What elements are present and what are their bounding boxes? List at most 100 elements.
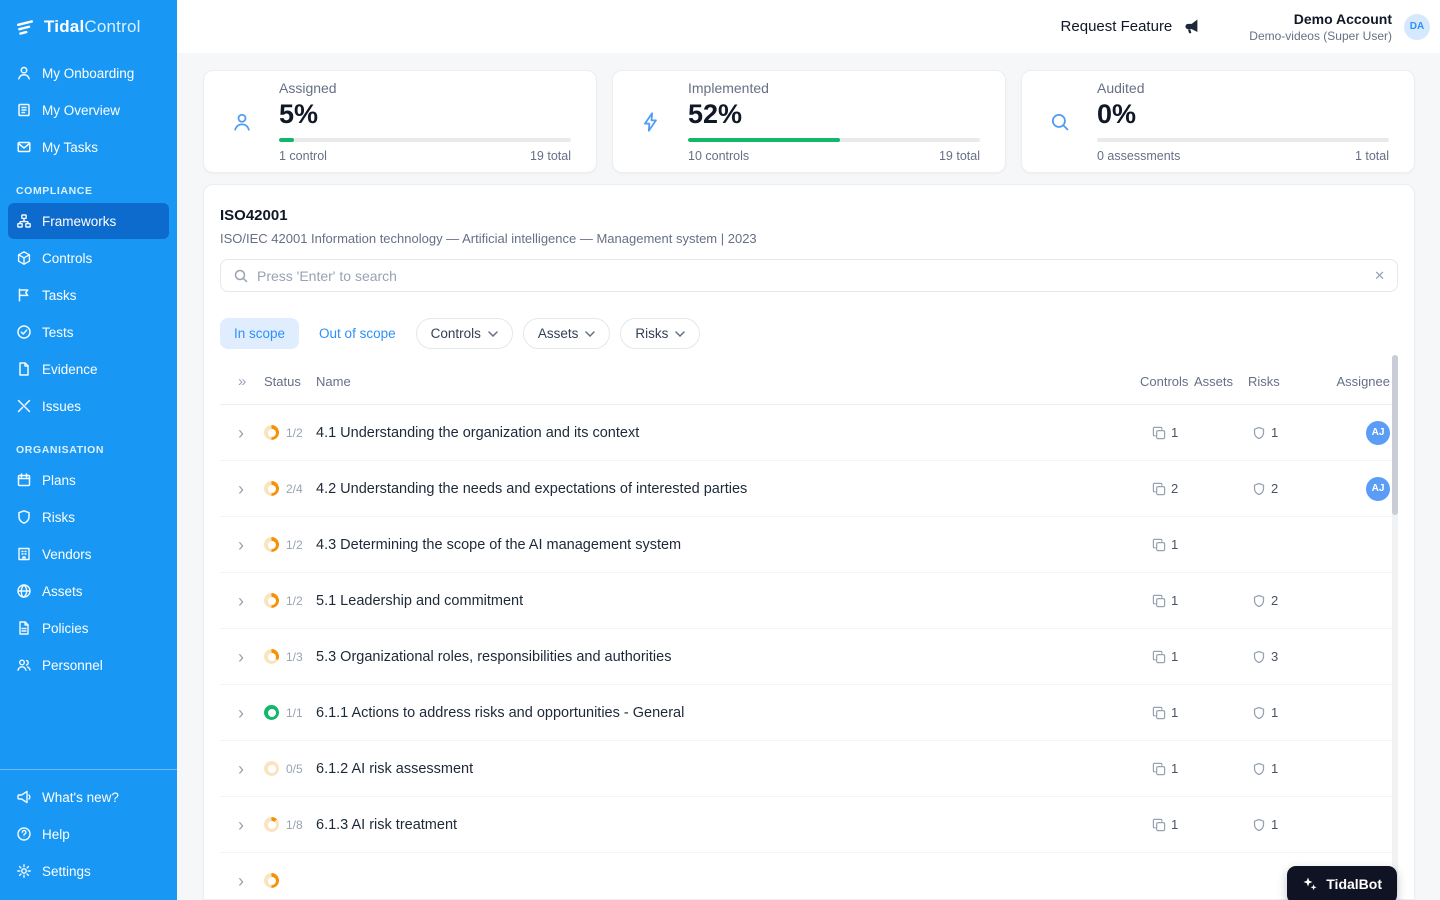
row-name[interactable]: 6.1.2 AI risk assessment — [316, 761, 1130, 777]
person-icon — [231, 111, 253, 133]
table-scrollbar-thumb[interactable] — [1392, 355, 1398, 515]
filter-out-of-scope[interactable]: Out of scope — [309, 318, 406, 349]
status-donut-icon — [264, 873, 279, 888]
stat-title: Assigned — [279, 80, 337, 96]
account-menu[interactable]: Demo Account Demo-videos (Super User) DA — [1249, 11, 1430, 43]
table-row[interactable]: › 1/2 4.3 Determining the scope of the A… — [220, 517, 1398, 573]
table-row[interactable]: › 1/2 5.1 Leadership and commitment 1 2 — [220, 573, 1398, 629]
row-name[interactable]: 4.2 Understanding the needs and expectat… — [316, 481, 1130, 497]
row-expand-chevron[interactable]: › — [220, 816, 264, 834]
header-name: Name — [316, 374, 351, 389]
sidebar-nav: My Onboarding My Overview My Tasks COMPL… — [0, 54, 177, 684]
sidebar-item-vendors[interactable]: Vendors — [8, 536, 169, 572]
search-clear-icon[interactable]: ✕ — [1374, 269, 1385, 282]
chevron-down-icon — [488, 330, 498, 337]
app-logo[interactable]: TidalControl — [0, 0, 177, 54]
stat-title: Implemented — [688, 80, 769, 96]
table-row[interactable]: › 1/8 6.1.3 AI risk treatment 1 1 — [220, 797, 1398, 853]
row-expand-chevron[interactable]: › — [220, 480, 264, 498]
sidebar-section-compliance: COMPLIANCE — [16, 185, 93, 197]
request-feature-button[interactable]: Request Feature — [1061, 17, 1202, 36]
row-status: 1/2 — [264, 593, 316, 608]
row-status: 1/8 — [264, 817, 316, 832]
filter-in-scope[interactable]: In scope — [220, 318, 300, 349]
logo-text: TidalControl — [44, 17, 141, 36]
row-controls-count: 1 — [1130, 705, 1186, 720]
framework-subtitle: ISO/IEC 42001 Information technology — A… — [220, 231, 757, 246]
filter-risks-dropdown[interactable]: Risks — [620, 318, 701, 349]
row-risks-count: 2 — [1242, 481, 1302, 496]
sidebar-item-assets[interactable]: Assets — [8, 573, 169, 609]
row-expand-chevron[interactable]: › — [220, 872, 264, 890]
controls-copy-icon — [1152, 482, 1166, 495]
table-body: › 1/2 4.1 Understanding the organization… — [220, 405, 1398, 899]
status-donut-icon — [264, 761, 279, 776]
sidebar-item-tasks[interactable]: Tasks — [8, 277, 169, 313]
row-name[interactable]: 6.1.3 AI risk treatment — [316, 817, 1130, 833]
sidebar-item-label: Settings — [42, 863, 91, 879]
sidebar-item-label: Risks — [42, 509, 75, 525]
sidebar-item-evidence[interactable]: Evidence — [8, 351, 169, 387]
sidebar-item-personnel[interactable]: Personnel — [8, 647, 169, 683]
row-name[interactable]: 5.3 Organizational roles, responsibiliti… — [316, 649, 1130, 665]
table-row[interactable]: › 1/1 6.1.1 Actions to address risks and… — [220, 685, 1398, 741]
search-input[interactable] — [257, 267, 1367, 284]
filter-controls-dropdown[interactable]: Controls — [415, 318, 513, 349]
sidebar-item-tests[interactable]: Tests — [8, 314, 169, 350]
account-name: Demo Account — [1293, 10, 1392, 27]
sidebar-item-label: Controls — [42, 250, 93, 266]
stat-card-implemented: Implemented 52% 10 controls 19 total — [612, 70, 1006, 173]
sidebar-item-help[interactable]: Help — [8, 816, 169, 852]
stat-total: 19 total — [938, 149, 980, 163]
row-name[interactable]: 4.1 Understanding the organization and i… — [316, 425, 1130, 441]
assignee-avatar[interactable]: AJ — [1366, 476, 1390, 501]
help-icon — [17, 827, 31, 841]
table-row[interactable]: › 0/5 6.1.2 AI risk assessment 1 1 — [220, 741, 1398, 797]
status-fraction: 1/2 — [286, 537, 303, 552]
row-expand-chevron[interactable]: › — [220, 536, 264, 554]
sidebar-item-frameworks[interactable]: Frameworks — [8, 203, 169, 239]
row-expand-chevron[interactable]: › — [220, 648, 264, 666]
document-icon — [19, 621, 29, 635]
sidebar-item-my-overview[interactable]: My Overview — [8, 92, 169, 128]
cube-icon — [17, 251, 31, 265]
sidebar-item-label: My Onboarding — [42, 65, 135, 81]
controls-copy-icon — [1152, 762, 1166, 775]
table-row[interactable]: › 1/3 5.3 Organizational roles, responsi… — [220, 629, 1398, 685]
sidebar-item-my-onboarding[interactable]: My Onboarding — [8, 55, 169, 91]
row-name[interactable]: 4.3 Determining the scope of the AI mana… — [316, 537, 1130, 553]
chevron-down-icon — [585, 330, 596, 337]
row-expand-chevron[interactable]: › — [220, 760, 264, 778]
table-row[interactable]: › 2/4 4.2 Understanding the needs and ex… — [220, 461, 1398, 517]
tidalbot-button[interactable]: TidalBot — [1287, 866, 1397, 900]
progress-track — [688, 138, 980, 142]
megaphone-icon — [1185, 19, 1198, 34]
controls-copy-icon — [1152, 538, 1166, 551]
row-controls-count: 1 — [1130, 649, 1186, 664]
table-row[interactable]: › 1/2 4.1 Understanding the organization… — [220, 405, 1398, 461]
row-expand-chevron[interactable]: › — [220, 592, 264, 610]
row-name[interactable]: 6.1.1 Actions to address risks and oppor… — [316, 705, 1130, 721]
row-name[interactable]: 5.1 Leadership and commitment — [316, 593, 1130, 609]
row-status: 0/5 — [264, 761, 316, 776]
row-expand-chevron[interactable]: › — [220, 424, 264, 442]
sidebar-item-controls[interactable]: Controls — [8, 240, 169, 276]
sidebar-item-plans[interactable]: Plans — [8, 462, 169, 498]
sidebar-item-issues[interactable]: Issues — [8, 388, 169, 424]
tools-icon — [17, 399, 31, 413]
table-row-partial[interactable]: › — [220, 853, 1398, 899]
sidebar-item-whats-new[interactable]: What's new? — [8, 779, 169, 815]
sidebar-item-label: What's new? — [42, 789, 119, 805]
sidebar-item-policies[interactable]: Policies — [8, 610, 169, 646]
account-avatar[interactable]: DA — [1404, 13, 1430, 40]
filter-assets-dropdown[interactable]: Assets — [522, 318, 611, 349]
sidebar-item-my-tasks[interactable]: My Tasks — [8, 129, 169, 165]
risk-shield-icon — [1253, 706, 1265, 719]
assignee-avatar[interactable]: AJ — [1366, 420, 1390, 445]
sidebar-item-settings[interactable]: Settings — [8, 853, 169, 889]
shield-icon — [18, 510, 30, 524]
controls-copy-icon — [1152, 706, 1166, 719]
sidebar-item-risks[interactable]: Risks — [8, 499, 169, 535]
row-expand-chevron[interactable]: › — [220, 704, 264, 722]
expand-all-icon[interactable]: » — [220, 373, 264, 390]
